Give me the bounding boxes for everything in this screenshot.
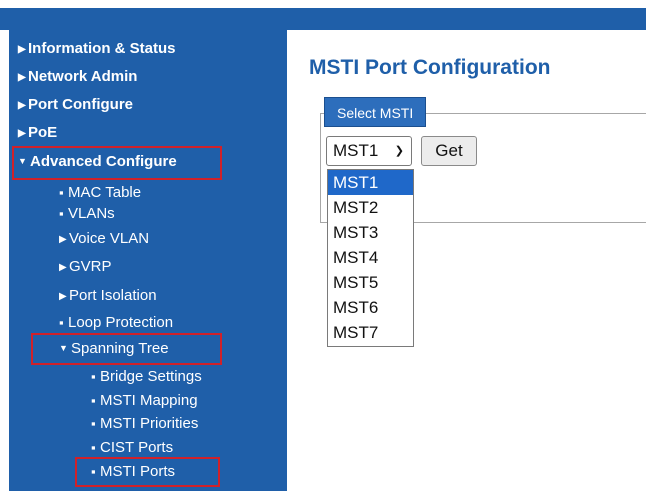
dropdown-option-mst1[interactable]: MST1 [328,170,413,195]
sidebar-item-spanning-tree[interactable]: ▼ Spanning Tree [59,340,169,357]
sidebar: ▶ Information & Status ▶ Network Admin ▶ Po… [9,30,287,491]
sidebar-item-mac-table[interactable]: ▪ MAC Table [59,184,141,201]
get-button[interactable]: Get [421,136,477,166]
triangle-down-icon: ▼ [18,156,27,166]
sidebar-item-label: MAC Table [68,184,142,201]
sidebar-item-label: Spanning Tree [71,340,169,357]
triangle-right-icon: ▶ [18,44,26,55]
msti-select-value: MST1 [333,141,379,160]
triangle-right-icon: ▶ [59,291,67,302]
sidebar-item-label: Voice VLAN [69,230,150,247]
sidebar-item-label: VLANs [68,205,115,222]
sidebar-item-vlans[interactable]: ▪ VLANs [59,205,115,222]
bullet-icon: ▪ [91,416,96,431]
dropdown-option-mst5[interactable]: MST5 [328,270,413,295]
page-title: MSTI Port Configuration [309,56,551,79]
bullet-icon: ▪ [59,315,64,330]
header-strip [0,8,646,30]
dropdown-option-mst4[interactable]: MST4 [328,245,413,270]
dropdown-option-mst2[interactable]: MST2 [328,195,413,220]
sidebar-item-label: MSTI Ports [100,463,176,480]
msti-select[interactable]: MST1 ❯ [326,136,412,166]
triangle-right-icon: ▶ [18,100,26,111]
bullet-icon: ▪ [91,369,96,384]
fieldset-legend: Select MSTI [324,97,427,127]
sidebar-item-poe[interactable]: ▶ PoE [18,124,57,141]
triangle-right-icon: ▶ [59,234,67,245]
bullet-icon: ▪ [59,206,64,221]
sidebar-item-label: PoE [28,124,58,141]
bullet-icon: ▪ [91,393,96,408]
bullet-icon: ▪ [59,185,64,200]
sidebar-item-label: Network Admin [28,68,138,85]
triangle-down-icon: ▼ [59,343,68,353]
main-content: MSTI Port Configuration Select MSTI MST1… [287,30,646,491]
sidebar-item-network-admin[interactable]: ▶ Network Admin [18,68,137,85]
dropdown-option-mst3[interactable]: MST3 [328,220,413,245]
triangle-right-icon: ▶ [59,262,67,273]
sidebar-item-label: Information & Status [28,40,176,57]
bullet-icon: ▪ [91,440,96,455]
sidebar-item-label: Advanced Configure [30,153,177,170]
sidebar-item-cist-ports[interactable]: ▪ CIST Ports [91,439,173,456]
sidebar-item-msti-ports[interactable]: ▪ MSTI Ports [91,463,175,480]
sidebar-item-voice-vlan[interactable]: ▶ Voice VLAN [59,230,149,247]
sidebar-item-bridge-settings[interactable]: ▪ Bridge Settings [91,368,202,385]
sidebar-item-label: MSTI Mapping [100,392,198,409]
sidebar-item-port-isolation[interactable]: ▶ Port Isolation [59,287,157,304]
msti-dropdown-list: MST1 MST2 MST3 MST4 MST5 MST6 MST7 [327,169,414,347]
sidebar-item-label: Loop Protection [68,314,174,331]
sidebar-item-label: Port Isolation [69,287,157,304]
sidebar-item-gvrp[interactable]: ▶ GVRP [59,258,112,275]
chevron-down-icon: ❯ [394,145,404,157]
sidebar-item-port-configure[interactable]: ▶ Port Configure [18,96,133,113]
sidebar-item-label: CIST Ports [100,439,174,456]
sidebar-item-label: MSTI Priorities [100,415,199,432]
sidebar-item-label: Bridge Settings [100,368,202,385]
triangle-right-icon: ▶ [18,128,26,139]
dropdown-option-mst7[interactable]: MST7 [328,320,413,345]
header-bar [0,0,646,30]
sidebar-item-loop-protection[interactable]: ▪ Loop Protection [59,314,173,331]
sidebar-item-msti-priorities[interactable]: ▪ MSTI Priorities [91,415,198,432]
triangle-right-icon: ▶ [18,72,26,83]
sidebar-item-information-status[interactable]: ▶ Information & Status [18,40,176,57]
bullet-icon: ▪ [91,464,96,479]
sidebar-item-msti-mapping[interactable]: ▪ MSTI Mapping [91,392,198,409]
sidebar-item-label: GVRP [69,258,112,275]
sidebar-item-advanced-configure[interactable]: ▼ Advanced Configure [18,153,177,170]
sidebar-item-label: Port Configure [28,96,133,113]
dropdown-option-mst6[interactable]: MST6 [328,295,413,320]
